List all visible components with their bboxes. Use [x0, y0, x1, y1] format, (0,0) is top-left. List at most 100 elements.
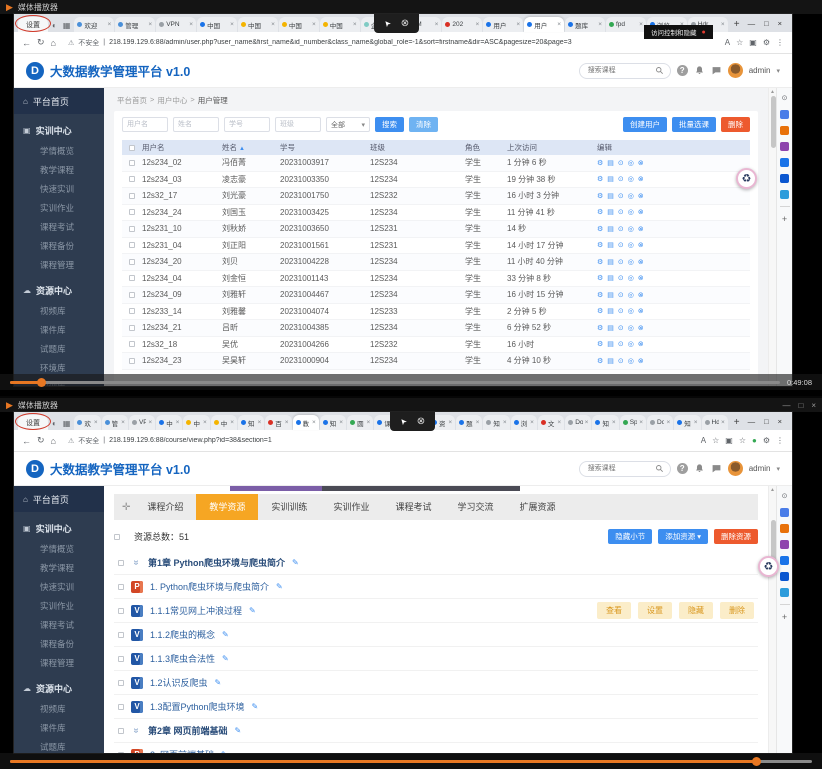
toolbar-icon[interactable]: ▣: [725, 436, 733, 445]
sidebar-item[interactable]: 教学课程: [14, 160, 104, 179]
back-icon[interactable]: ←: [22, 38, 31, 48]
edit-pencil-icon[interactable]: ✎: [235, 726, 242, 735]
edit-pencil-icon[interactable]: ✎: [249, 606, 256, 615]
resource-action-button[interactable]: 隐藏: [679, 602, 713, 619]
sidebar-item-home[interactable]: ⌂ 平台首页: [14, 88, 104, 114]
row-checkbox[interactable]: [129, 176, 135, 182]
browser-tab[interactable]: Do ×: [565, 415, 591, 430]
view-icon[interactable]: ◎: [628, 225, 634, 233]
resource-row[interactable]: » 第1章 Python爬虫环境与爬虫简介 ✎: [114, 551, 758, 575]
browser-tab[interactable]: 中国 ×: [197, 17, 237, 32]
sidebar-item[interactable]: 快速实训: [14, 577, 104, 596]
tab-close-icon[interactable]: ×: [176, 419, 180, 426]
tab-close-icon[interactable]: ×: [448, 419, 452, 426]
sidebar-item[interactable]: 试题库: [14, 737, 104, 753]
tab-close-icon[interactable]: ×: [108, 21, 112, 28]
search-icon[interactable]: [655, 66, 664, 75]
incognito-icon[interactable]: ◐: [50, 419, 59, 430]
play-icon[interactable]: ⊙: [618, 324, 624, 332]
select-all-checkbox[interactable]: [114, 534, 120, 540]
settings-icon[interactable]: ⚙: [597, 225, 603, 233]
sidebar-item[interactable]: 试题库: [14, 339, 104, 358]
play-icon[interactable]: ⊙: [618, 307, 624, 315]
search-icon[interactable]: [655, 464, 664, 473]
browser-tab[interactable]: 中国 ×: [320, 17, 360, 32]
sidebar-item[interactable]: 课程备份: [14, 236, 104, 255]
edit-pencil-icon[interactable]: ✎: [292, 558, 299, 567]
collapse-icon[interactable]: »: [131, 558, 142, 568]
extension-icon[interactable]: [780, 556, 789, 565]
course-tab[interactable]: 学习交流: [444, 494, 506, 520]
settings-icon[interactable]: ⚙: [597, 192, 603, 200]
browser-tab[interactable]: 202 ×: [442, 17, 482, 32]
browser-tab[interactable]: VPN ×: [156, 17, 196, 32]
floating-assistant-badge[interactable]: ♻: [758, 556, 779, 577]
stop-recording-icon[interactable]: ⊗: [401, 18, 409, 29]
delete-icon[interactable]: ⊗: [638, 258, 644, 266]
tab-close-icon[interactable]: ×: [312, 21, 316, 28]
avatar[interactable]: [728, 461, 743, 476]
settings-icon[interactable]: ⚙: [597, 324, 603, 332]
sidebar-item[interactable]: 课程管理: [14, 653, 104, 672]
course-tab[interactable]: 实训训练: [258, 494, 320, 520]
media-player-titlebar[interactable]: ▶ 媒体播放器: [0, 0, 822, 14]
sidebar-item[interactable]: 课件库: [14, 320, 104, 339]
toolbar-icon[interactable]: ⚙: [763, 436, 770, 445]
courses-icon[interactable]: ▤: [607, 208, 614, 216]
course-search[interactable]: [579, 63, 671, 79]
filter-input[interactable]: [275, 117, 321, 132]
seek-track[interactable]: [10, 381, 780, 384]
settings-icon[interactable]: ⚙: [597, 340, 603, 348]
browser-tab[interactable]: Sp ×: [620, 415, 646, 430]
scroll-up-icon[interactable]: ▲: [769, 89, 776, 95]
browser-tab[interactable]: 中 ×: [156, 415, 182, 430]
browser-tab[interactable]: Hd ×: [702, 415, 728, 430]
resource-title[interactable]: 1.1.1常见网上冲浪过程: [150, 604, 242, 617]
tab-close-icon[interactable]: ×: [639, 419, 643, 426]
view-icon[interactable]: ◎: [628, 274, 634, 282]
extension-icon[interactable]: [780, 540, 789, 549]
breadcrumb-item[interactable]: > 用户管理: [190, 95, 227, 106]
resource-action-button[interactable]: 查看: [597, 602, 631, 619]
browser-tab[interactable]: 知 ×: [320, 415, 346, 430]
sidebar-item-home[interactable]: ⌂ 平台首页: [14, 486, 104, 512]
tab-close-icon[interactable]: ×: [339, 419, 343, 426]
bell-icon[interactable]: [694, 65, 705, 76]
delete-icon[interactable]: ⊗: [638, 192, 644, 200]
edit-pencil-icon[interactable]: ✎: [222, 630, 229, 639]
play-icon[interactable]: ⊙: [618, 175, 624, 183]
play-icon[interactable]: ⊙: [618, 225, 624, 233]
sidebar-item[interactable]: 教学课程: [14, 558, 104, 577]
view-icon[interactable]: ◎: [628, 241, 634, 249]
course-search-input[interactable]: [586, 66, 651, 75]
edit-pencil-icon[interactable]: ✎: [222, 654, 229, 663]
resource-title[interactable]: 1.1.3爬虫合法性: [150, 652, 215, 665]
browser-tab[interactable]: 欢迎 ×: [74, 17, 114, 32]
browser-tab[interactable]: 管 ×: [102, 415, 128, 430]
table-row[interactable]: 12s234_03 凌志豪 20231003350 12S234 学生 19 分…: [122, 172, 750, 189]
course-tab[interactable]: 教学资源: [196, 494, 258, 520]
table-row[interactable]: 12s234_02 冯佰菁 20231003917 12S234 学生 1 分钟…: [122, 155, 750, 172]
delete-icon[interactable]: ⊗: [638, 159, 644, 167]
browser-tab[interactable]: 中国 ×: [238, 17, 278, 32]
extension-icon[interactable]: [780, 110, 789, 119]
extension-icon[interactable]: [780, 158, 789, 167]
play-icon[interactable]: ⊙: [618, 208, 624, 216]
browser-tab[interactable]: 文 ×: [538, 415, 564, 430]
view-icon[interactable]: ◎: [628, 291, 634, 299]
platform-logo[interactable]: D: [26, 460, 44, 478]
tab-grid-icon[interactable]: ▦: [61, 21, 73, 32]
view-icon[interactable]: ◎: [628, 324, 634, 332]
toolbar-icon[interactable]: ⋮: [776, 38, 784, 47]
sidebar-section-header[interactable]: ☁ 资源中心: [14, 274, 104, 301]
clear-button[interactable]: 清除: [409, 117, 438, 132]
tab-close-icon[interactable]: ×: [476, 21, 480, 28]
tab-close-icon[interactable]: ×: [557, 419, 561, 426]
close-button[interactable]: ×: [778, 417, 782, 426]
platform-logo[interactable]: D: [26, 62, 44, 80]
browser-tab[interactable]: 管理 ×: [115, 17, 155, 32]
sidebar-item[interactable]: 快速实训: [14, 179, 104, 198]
resource-title[interactable]: 1. Python爬虫环境与爬虫简介: [150, 580, 269, 593]
collapse-icon[interactable]: »: [131, 726, 142, 736]
tab-close-icon[interactable]: ×: [530, 419, 534, 426]
